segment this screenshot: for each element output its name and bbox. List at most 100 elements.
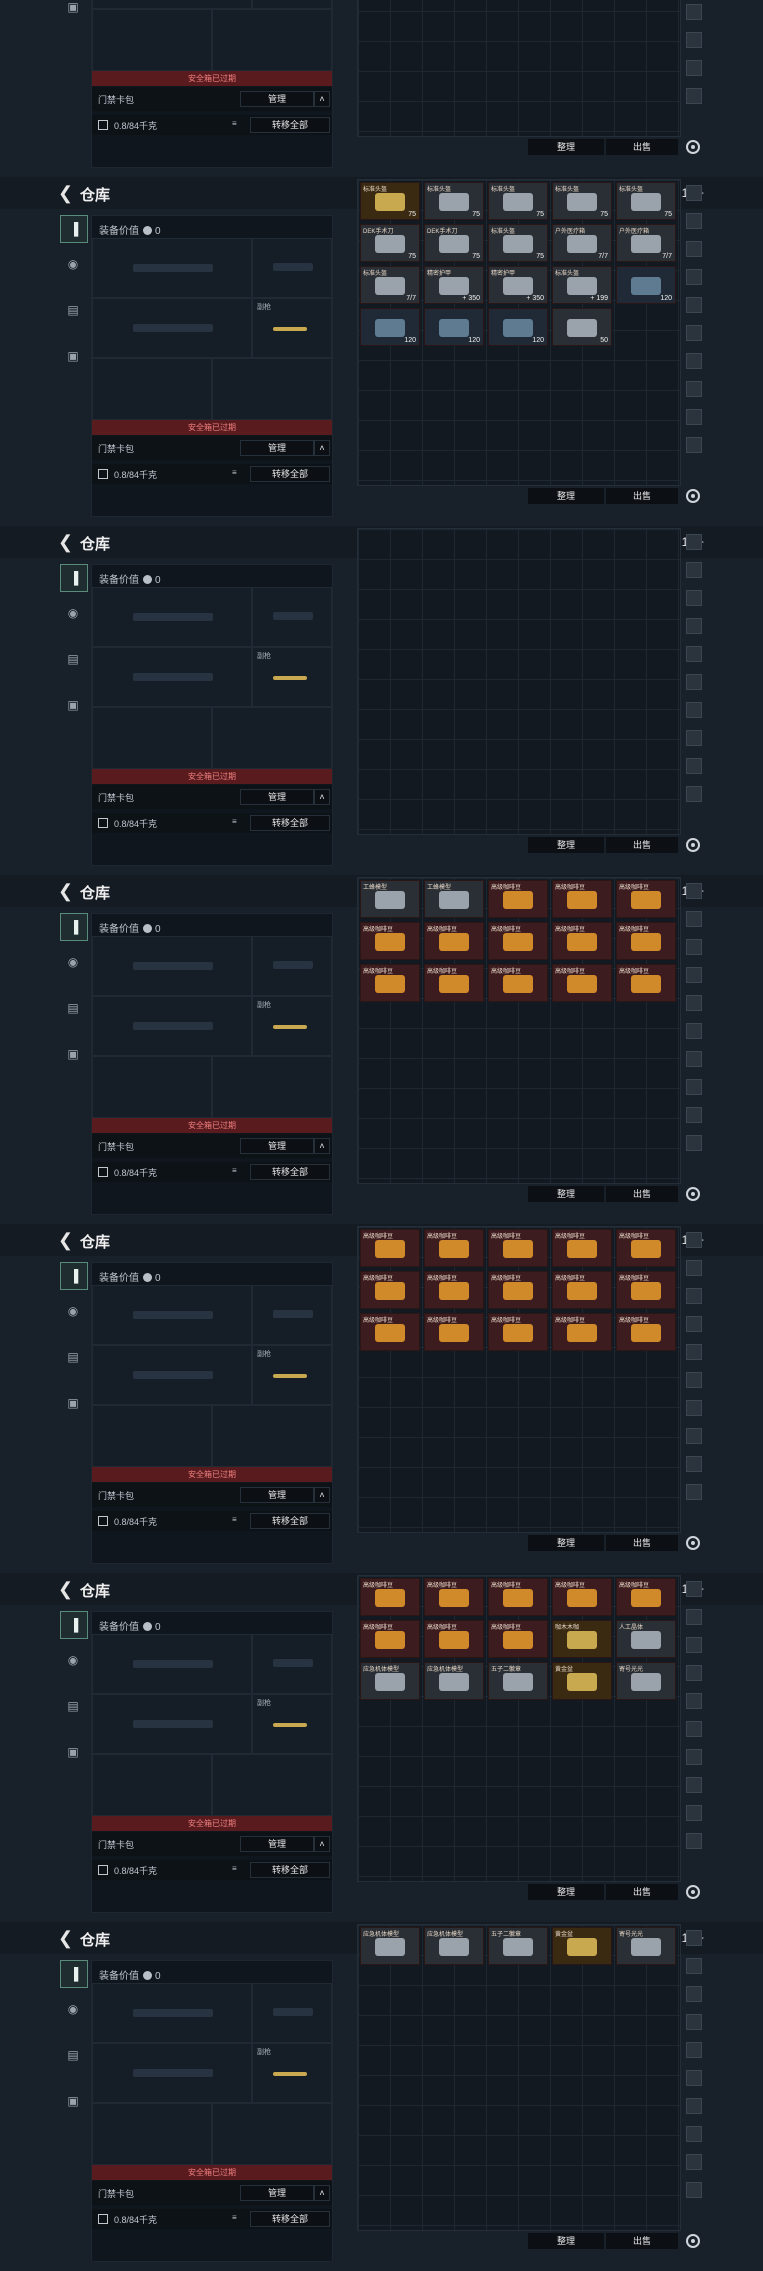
stash-tab[interactable] (686, 185, 702, 201)
stash-tab[interactable] (686, 1135, 702, 1151)
stash-tab[interactable] (686, 2042, 702, 2058)
stash-tab[interactable] (686, 88, 702, 104)
stash-tab[interactable] (686, 1260, 702, 1276)
transfer-all-button[interactable]: 转移全部 (250, 1862, 330, 1878)
stash-item-cell[interactable]: 高级咖啡豆 (616, 922, 676, 960)
stash-tab[interactable] (686, 995, 702, 1011)
pistol-icon[interactable]: ▐ (60, 1960, 88, 1988)
back-icon[interactable]: ❮ (58, 533, 74, 551)
stash-tab[interactable] (686, 2014, 702, 2030)
stash-item-cell[interactable]: 高级咖啡豆 (488, 1620, 548, 1658)
melee-slot[interactable]: 副枪 (252, 647, 332, 707)
primary-weapon-slot[interactable] (92, 1634, 252, 1694)
helmet-slot[interactable] (92, 1754, 212, 1816)
backpack-icon[interactable]: ▣ (60, 692, 86, 718)
settings-gear-icon[interactable] (686, 489, 700, 503)
stash-item-cell[interactable]: 应急机体模型 (360, 1662, 420, 1700)
settings-gear-icon[interactable] (686, 1187, 700, 1201)
armor-slot[interactable] (212, 9, 332, 71)
stash-item-cell[interactable]: 高级咖啡豆 (616, 1229, 676, 1267)
stash-item-cell[interactable]: 高级咖啡豆 (552, 880, 612, 918)
stash-item-cell[interactable]: 标准头盔 7/7 (360, 266, 420, 304)
stash-tab[interactable] (686, 1805, 702, 1821)
stash-tab[interactable] (686, 213, 702, 229)
collapse-toggle-icon[interactable]: ˄ (314, 91, 330, 107)
stash-item-cell[interactable]: 高级咖啡豆 (488, 922, 548, 960)
primary-weapon-slot[interactable] (92, 1983, 252, 2043)
helmet-icon[interactable]: ◉ (60, 1298, 86, 1324)
melee-slot[interactable]: 副枪 (252, 0, 332, 9)
stash-item-cell[interactable]: 高级咖啡豆 (616, 1271, 676, 1309)
stash-item-cell[interactable]: 高级咖啡豆 (552, 1271, 612, 1309)
sort-button[interactable]: 整理 (528, 1884, 604, 1900)
stash-tab[interactable] (686, 353, 702, 369)
stash-tab[interactable] (686, 2098, 702, 2114)
secondary-weapon-slot[interactable] (92, 2043, 252, 2103)
stash-tab[interactable] (686, 1986, 702, 2002)
stash-item-cell[interactable]: 120 (616, 266, 676, 304)
armor-icon[interactable]: ▤ (60, 995, 86, 1021)
stash-tab[interactable] (686, 562, 702, 578)
stash-tab[interactable] (686, 437, 702, 453)
armor-slot[interactable] (212, 1754, 332, 1816)
stash-tab[interactable] (686, 1581, 702, 1597)
stash-item-cell[interactable]: 高级咖啡豆 (552, 1313, 612, 1351)
helmet-icon[interactable]: ◉ (60, 1647, 86, 1673)
stash-item-cell[interactable]: 户外医疗箱 7/7 (552, 224, 612, 262)
list-icon[interactable]: ≡ (232, 818, 242, 826)
list-icon[interactable]: ≡ (232, 2214, 242, 2222)
stash-item-cell[interactable]: 人工晶体 (616, 1620, 676, 1658)
stash-item-cell[interactable]: 高级咖啡豆 (552, 1229, 612, 1267)
stash-item-cell[interactable]: 黄金盆 (552, 1927, 612, 1965)
sell-button[interactable]: 出售 (606, 837, 678, 853)
stash-tab[interactable] (686, 967, 702, 983)
safe-box-expired-warning[interactable]: 安全箱已过期 (92, 1816, 332, 1831)
helmet-slot[interactable] (92, 707, 212, 769)
stash-item-cell[interactable]: 工蜂模型 (424, 880, 484, 918)
collapse-toggle-icon[interactable]: ˄ (314, 440, 330, 456)
stash-tab[interactable] (686, 241, 702, 257)
stash-item-cell[interactable]: 高级咖啡豆 (552, 922, 612, 960)
helmet-slot[interactable] (92, 2103, 212, 2165)
stash-tab[interactable] (686, 381, 702, 397)
stash-tab[interactable] (686, 1958, 702, 1974)
stash-item-cell[interactable]: 精密护甲 + 350 (424, 266, 484, 304)
stash-tab[interactable] (686, 1372, 702, 1388)
helmet-slot[interactable] (92, 358, 212, 420)
stash-tab[interactable] (686, 1665, 702, 1681)
stash-item-cell[interactable]: 高级咖啡豆 (360, 922, 420, 960)
stash-item-cell[interactable]: 标准头盔 75 (488, 182, 548, 220)
collapse-toggle-icon[interactable]: ˄ (314, 789, 330, 805)
stash-item-cell[interactable]: 高级咖啡豆 (616, 880, 676, 918)
stash-tab[interactable] (686, 1930, 702, 1946)
stash-tab[interactable] (686, 1749, 702, 1765)
stash-item-cell[interactable]: 高级咖啡豆 (360, 964, 420, 1002)
armor-icon[interactable]: ▤ (60, 2042, 86, 2068)
collapse-toggle-icon[interactable]: ˄ (314, 2185, 330, 2201)
stash-tab[interactable] (686, 1693, 702, 1709)
helmet-slot[interactable] (92, 1056, 212, 1118)
stash-item-cell[interactable]: 五子二徽章 (488, 1927, 548, 1965)
primary-weapon-slot[interactable] (92, 587, 252, 647)
stash-item-cell[interactable]: 高级咖啡豆 (552, 1578, 612, 1616)
stash-tab[interactable] (686, 758, 702, 774)
stash-tab[interactable] (686, 786, 702, 802)
settings-gear-icon[interactable] (686, 2234, 700, 2248)
stash-tab[interactable] (686, 911, 702, 927)
sort-button[interactable]: 整理 (528, 488, 604, 504)
armor-icon[interactable]: ▤ (60, 646, 86, 672)
back-icon[interactable]: ❮ (58, 184, 74, 202)
pistol-slot[interactable] (252, 936, 332, 996)
armor-icon[interactable]: ▤ (60, 1693, 86, 1719)
stash-item-cell[interactable]: 户外医疗箱 7/7 (616, 224, 676, 262)
sell-button[interactable]: 出售 (606, 488, 678, 504)
safe-box-expired-warning[interactable]: 安全箱已过期 (92, 71, 332, 86)
stash-item-cell[interactable]: 精密护甲 + 350 (488, 266, 548, 304)
stash-tab[interactable] (686, 702, 702, 718)
stash-item-cell[interactable]: 高级咖啡豆 (360, 1229, 420, 1267)
stash-item-cell[interactable]: 高级咖啡豆 (616, 964, 676, 1002)
sell-button[interactable]: 出售 (606, 1535, 678, 1551)
stash-tab[interactable] (686, 1609, 702, 1625)
stash-item-cell[interactable]: 高级咖啡豆 (488, 1271, 548, 1309)
backpack-icon[interactable]: ▣ (60, 2088, 86, 2114)
